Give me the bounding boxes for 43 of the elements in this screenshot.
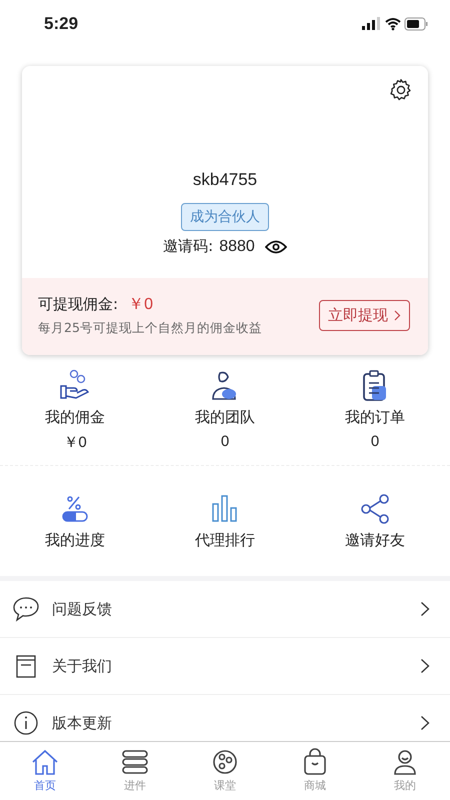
list-icon	[121, 748, 149, 776]
shortcut-label: 代理排行	[195, 531, 255, 550]
chevron-icon	[420, 715, 430, 731]
tab-item[interactable]: 首页	[0, 742, 90, 800]
username: skb4755	[192, 170, 258, 190]
menu-label: 问题反馈	[52, 600, 113, 618]
person-icon	[391, 748, 419, 776]
stat-value: 0	[370, 433, 380, 450]
wifi-icon	[385, 18, 401, 30]
withdraw-button[interactable]: 立即提现	[319, 300, 410, 331]
tab-item[interactable]: 课堂	[180, 742, 270, 800]
menu-label: 版本更新	[52, 714, 113, 732]
chevron-icon	[420, 658, 430, 674]
battery-icon	[404, 18, 428, 30]
shortcut-label: 邀请好友	[345, 531, 405, 550]
withdrawable-amount: ￥0	[128, 295, 153, 315]
withdrawable-label: 可提现佣金:	[38, 295, 118, 314]
status-time: 5:29	[44, 14, 78, 34]
planet-icon	[211, 748, 239, 776]
menu-icon	[12, 595, 40, 623]
stat-label: 我的订单	[345, 408, 405, 427]
tab-item[interactable]: 进件	[90, 742, 180, 800]
stat-label: 我的团队	[195, 408, 255, 427]
menu-item[interactable]: 关于我们	[0, 638, 450, 695]
stat-value: 0	[220, 433, 230, 450]
eye-icon[interactable]	[264, 240, 287, 254]
shortcut-label: 我的进度	[45, 531, 105, 550]
become-partner-button[interactable]: 成为合伙人	[181, 203, 269, 231]
tab-item[interactable]: 我的	[360, 742, 450, 800]
menu-icon	[12, 709, 40, 737]
invite-code: 8880	[219, 238, 255, 256]
withdraw-note: 每月25号可提现上个自然月的佣金收益	[38, 320, 262, 337]
chevron-icon	[394, 310, 401, 321]
invite-code-label: 邀请码:	[163, 237, 214, 256]
home-icon	[31, 748, 59, 776]
stat-label: 我的佣金	[45, 408, 105, 427]
tab-item[interactable]: 商城	[270, 742, 360, 800]
stat-value: ￥0	[63, 433, 87, 452]
chevron-icon	[420, 601, 430, 617]
menu-item[interactable]: 问题反馈	[0, 581, 450, 638]
signal-icon	[362, 17, 380, 30]
menu-label: 关于我们	[52, 656, 113, 676]
shopping-bag-icon	[301, 748, 329, 776]
